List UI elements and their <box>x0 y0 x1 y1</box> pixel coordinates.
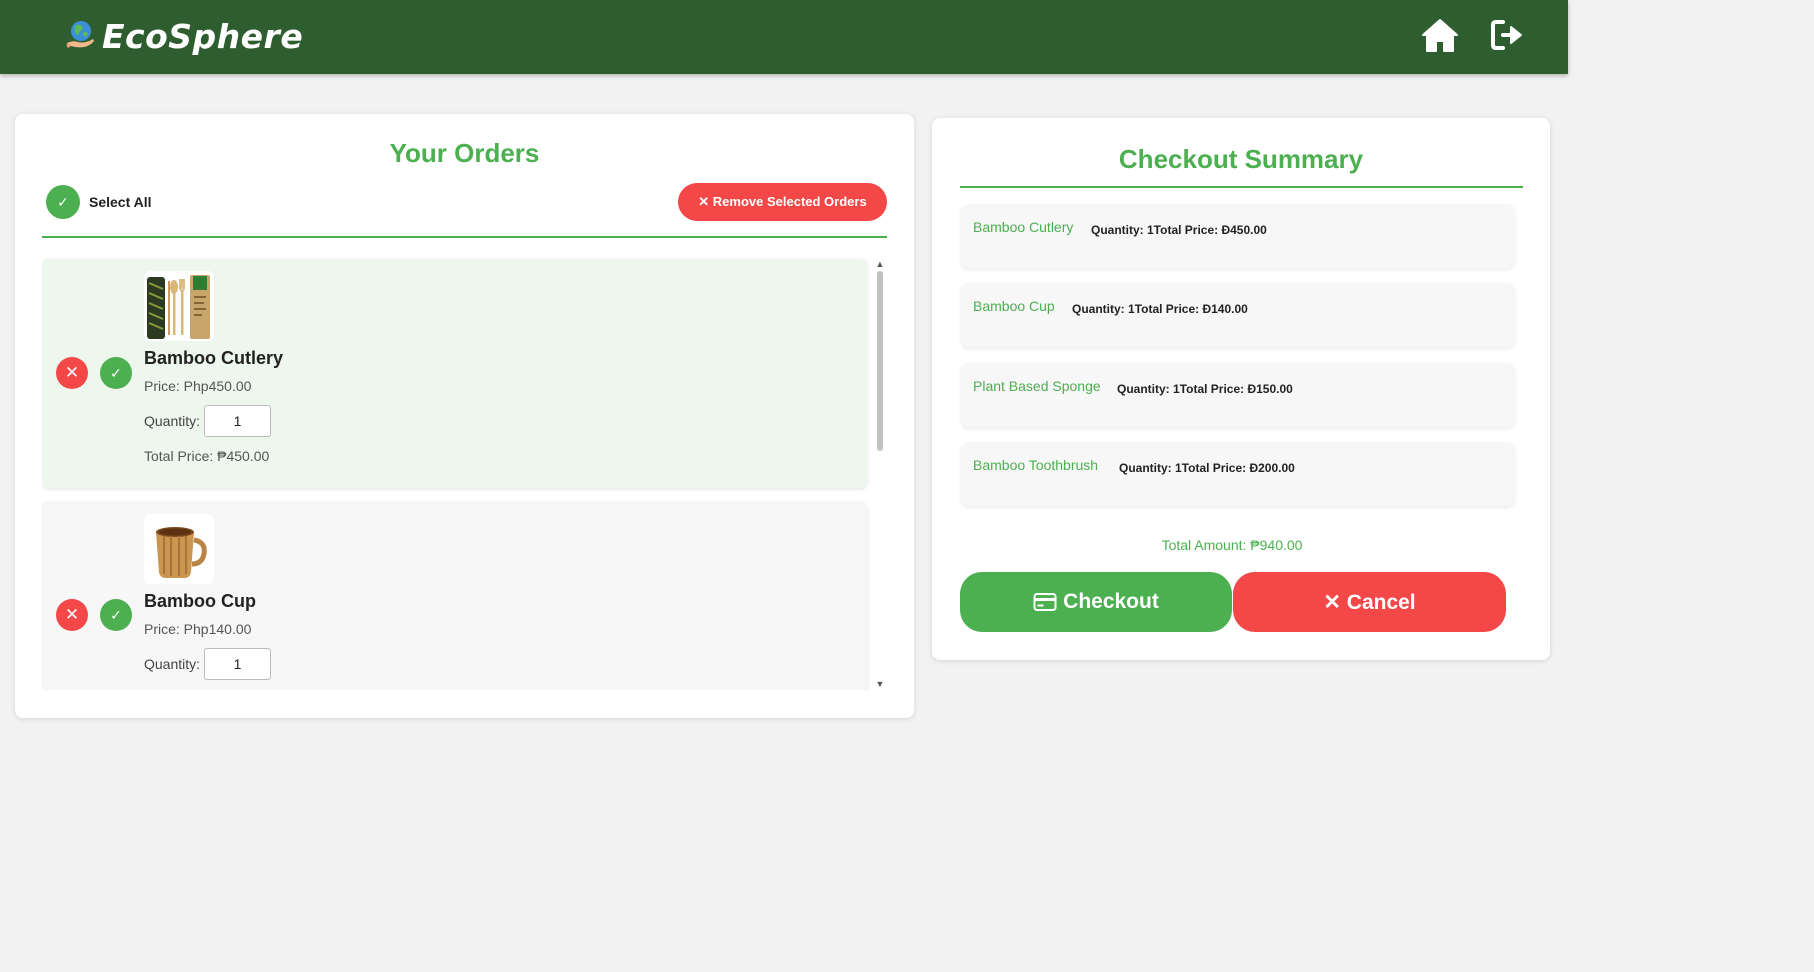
brand-name: EcoSphere <box>102 16 304 56</box>
summary-item-detail: Quantity: 1Total Price: Đ200.00 <box>1119 461 1295 475</box>
product-image-bamboo-cutlery <box>144 271 214 341</box>
cancel-button[interactable]: ✕ Cancel <box>1233 572 1506 632</box>
summary-item-name: Bamboo Cup <box>973 298 1055 314</box>
globe-in-hand-logo-icon <box>66 21 94 48</box>
summary-item: Bamboo Toothbrush Quantity: 1Total Price… <box>961 442 1515 506</box>
select-all-check-icon[interactable]: ✓ <box>46 185 80 219</box>
credit-card-icon <box>1033 593 1057 611</box>
scroll-down-arrow-icon[interactable]: ▼ <box>874 678 886 690</box>
quantity-input[interactable] <box>204 405 272 437</box>
select-all-row: ✓ Select All <box>46 185 152 219</box>
summary-item-detail: Quantity: 1Total Price: Đ140.00 <box>1072 302 1248 316</box>
top-navbar: EcoSphere <box>0 0 1568 74</box>
summary-item: Plant Based Sponge Quantity: 1Total Pric… <box>961 363 1515 427</box>
select-all-label[interactable]: Select All <box>89 194 152 210</box>
home-icon[interactable] <box>1418 14 1462 58</box>
order-card-controls: ✕ ✓ <box>56 357 132 389</box>
summary-item-name: Plant Based Sponge <box>973 378 1101 394</box>
summary-item: Bamboo Cutlery Quantity: 1Total Price: Đ… <box>961 204 1515 268</box>
quantity-input[interactable] <box>204 648 272 680</box>
bamboo-cup-image <box>144 514 214 584</box>
summary-item-detail: Quantity: 1Total Price: Đ450.00 <box>1091 223 1267 237</box>
remove-order-icon[interactable]: ✕ <box>56 599 88 631</box>
summary-divider <box>960 186 1523 188</box>
quantity-label: Quantity: <box>144 656 201 672</box>
scroll-up-arrow-icon[interactable]: ▲ <box>874 258 886 270</box>
quantity-row: Quantity: <box>144 648 272 680</box>
quantity-label: Quantity: <box>144 413 201 429</box>
orders-list[interactable]: ✕ ✓ Bamboo Cutlery Price: Php450.00 Quan… <box>42 256 887 690</box>
remove-selected-orders-button[interactable]: ✕ Remove Selected Orders <box>678 183 887 221</box>
logout-icon[interactable] <box>1486 14 1530 58</box>
orders-panel: Your Orders ✓ Select All ✕ Remove Select… <box>15 114 914 718</box>
checkout-summary-panel: Checkout Summary Bamboo Cutlery Quantity… <box>932 118 1550 660</box>
product-image-bamboo-cup <box>144 514 214 584</box>
product-price: Price: Php140.00 <box>144 621 252 637</box>
cancel-label: ✕ Cancel <box>1323 590 1416 614</box>
product-price: Price: Php450.00 <box>144 378 252 394</box>
summary-item-name: Bamboo Cutlery <box>973 219 1074 235</box>
summary-title: Checkout Summary <box>1118 144 1364 174</box>
product-total-price: Total Price: ₱450.00 <box>144 448 270 464</box>
orders-scrollbar[interactable]: ▲ ▼ <box>874 258 886 692</box>
scrollbar-thumb[interactable] <box>877 271 883 451</box>
order-card-controls: ✕ ✓ <box>56 599 132 631</box>
total-amount: Total Amount: ₱940.00 <box>1161 537 1303 553</box>
select-order-check-icon[interactable]: ✓ <box>100 599 132 631</box>
summary-item: Bamboo Cup Quantity: 1Total Price: Đ140.… <box>961 283 1515 347</box>
bamboo-cutlery-image <box>144 271 214 341</box>
orders-title: Your Orders <box>389 138 540 168</box>
order-card-bamboo-cutlery: ✕ ✓ Bamboo Cutlery Price: Php450.00 Quan… <box>42 259 867 488</box>
checkout-button[interactable]: Checkout <box>960 572 1232 632</box>
order-card-bamboo-cup: ✕ ✓ Bamboo Cup Price: Php140.00 Quantity… <box>42 502 867 690</box>
summary-item-detail: Quantity: 1Total Price: Đ150.00 <box>1117 382 1293 396</box>
remove-order-icon[interactable]: ✕ <box>56 357 88 389</box>
brand[interactable]: EcoSphere <box>64 14 303 58</box>
product-name: Bamboo Cup <box>144 591 256 611</box>
checkout-label: Checkout <box>1063 590 1159 613</box>
orders-divider <box>42 236 887 238</box>
quantity-row: Quantity: <box>144 405 272 437</box>
summary-item-name: Bamboo Toothbrush <box>973 457 1099 473</box>
product-name: Bamboo Cutlery <box>144 348 284 368</box>
select-order-check-icon[interactable]: ✓ <box>100 357 132 389</box>
